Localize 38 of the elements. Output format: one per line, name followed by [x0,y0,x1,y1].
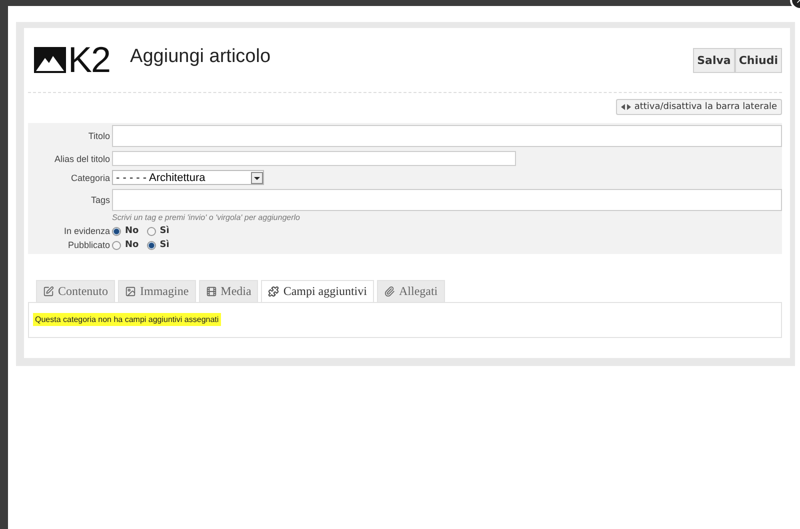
text-field[interactable] [112,125,782,147]
radio-label: No [125,226,139,236]
field-label: Pubblicato [66,240,110,250]
field-hint: Scrivi un tag e premi 'invio' o 'virgola' per aggiungerlo [112,213,301,222]
toolbar-button[interactable]: Salva [693,48,735,72]
field-label: In evidenza [62,226,110,236]
left-right-arrows-icon [621,104,632,110]
tab[interactable]: Immagine [118,280,196,302]
radio-button[interactable] [112,226,121,236]
radio-button[interactable] [112,240,121,250]
image-icon [125,286,136,297]
radio-label: No [125,240,139,250]
text-field[interactable] [112,189,782,211]
category-select[interactable]: - - - - - Architettura [112,170,264,185]
logo-text: K2 [68,42,110,78]
field-label: Categoria [70,172,110,182]
text-field[interactable] [112,151,516,166]
radio-label: Sì [160,226,170,236]
radio-button[interactable] [146,240,156,250]
sidebar-toggle-button[interactable]: attiva/disattiva la barra laterale [616,99,782,115]
puzzle-icon [268,286,280,297]
mountain-logo-icon [34,47,66,73]
radio-button[interactable] [146,226,156,236]
edit-icon [43,286,54,297]
info-message: Questa categoria non ha campi aggiuntivi assegnati [33,313,221,326]
tab[interactable]: Allegati [376,280,445,302]
tab[interactable]: Contenuto [36,280,115,302]
toolbar-button[interactable]: Chiudi [734,48,782,72]
dropdown-icon [251,172,263,184]
field-label: Alias del titolo [53,154,110,164]
tab[interactable]: Campi aggiuntivi [261,280,374,302]
radio-label: Sì [160,240,170,250]
field-label: Titolo [87,131,110,141]
tab[interactable]: Media [198,280,258,302]
film-icon [206,286,217,297]
page-title: Aggiungi articolo [130,46,272,68]
paperclip-icon [384,286,395,297]
field-label: Tags [90,195,110,205]
